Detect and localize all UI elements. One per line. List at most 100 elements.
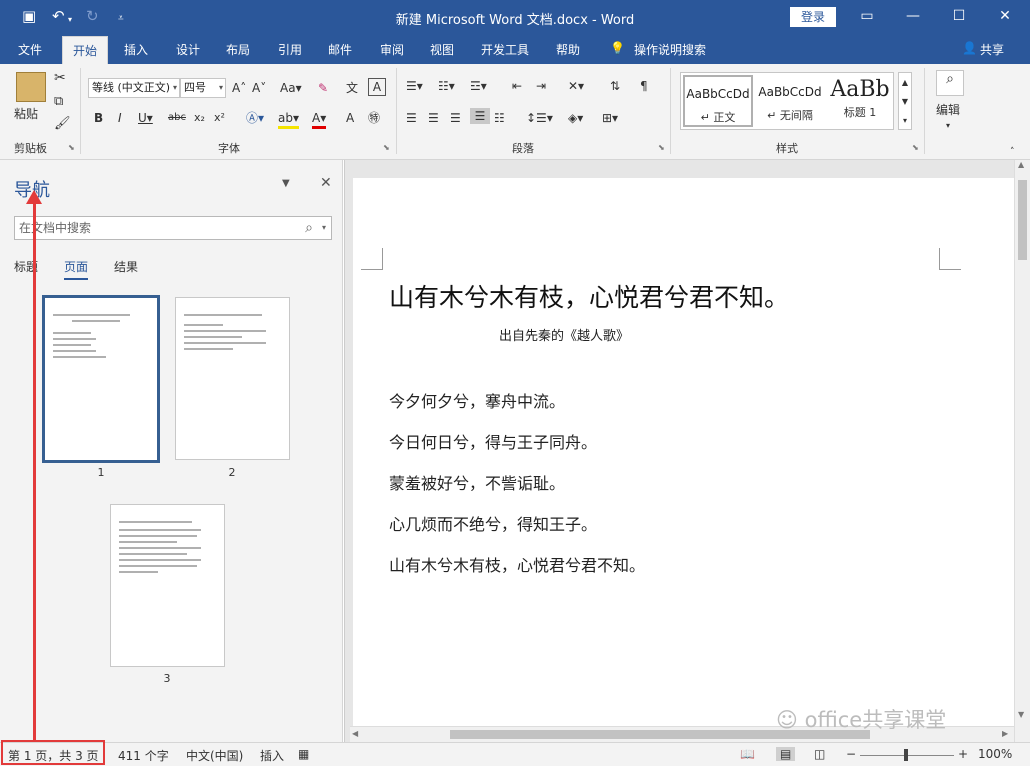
italic-icon[interactable]: I bbox=[118, 110, 122, 126]
phonetic-guide-icon[interactable]: 文 bbox=[346, 80, 358, 96]
shrink-font-icon[interactable]: A˅ bbox=[252, 80, 266, 96]
page-thumbnail-2[interactable] bbox=[175, 297, 290, 460]
borders-icon[interactable]: ⊞▾ bbox=[602, 110, 618, 126]
cut-icon[interactable]: ✂ bbox=[54, 70, 66, 86]
scroll-thumb[interactable] bbox=[1018, 180, 1027, 260]
tab-developer[interactable]: 开发工具 bbox=[481, 41, 529, 58]
zoom-level[interactable]: 100% bbox=[978, 747, 1012, 761]
font-name-combo[interactable]: 等线 (中文正文) ▾ bbox=[88, 78, 180, 98]
paste-label[interactable]: 粘贴 bbox=[14, 106, 38, 122]
word-count[interactable]: 411 个字 bbox=[118, 747, 169, 764]
scroll-right-icon[interactable]: ▶ bbox=[1002, 729, 1008, 738]
share-icon[interactable]: 👤 bbox=[962, 41, 977, 55]
increase-indent-icon[interactable]: ⇥ bbox=[536, 78, 546, 94]
tab-design[interactable]: 设计 bbox=[176, 41, 200, 58]
read-mode-icon[interactable]: 📖 bbox=[740, 747, 755, 761]
tab-layout[interactable]: 布局 bbox=[226, 41, 250, 58]
justify-icon[interactable]: ☰ bbox=[470, 108, 490, 124]
clear-format-icon[interactable]: ✎ bbox=[318, 80, 328, 96]
tab-review[interactable]: 审阅 bbox=[380, 41, 404, 58]
superscript-icon[interactable]: x² bbox=[214, 110, 225, 126]
style-heading-1[interactable]: AaBb 标题 1 bbox=[827, 75, 893, 127]
scroll-left-icon[interactable]: ◀ bbox=[352, 729, 358, 738]
tab-help[interactable]: 帮助 bbox=[556, 41, 580, 58]
bold-icon[interactable]: B bbox=[94, 110, 103, 126]
align-right-icon[interactable]: ☰ bbox=[450, 110, 461, 126]
styles-launcher-icon[interactable]: ⬊ bbox=[912, 143, 919, 152]
login-button[interactable]: 登录 bbox=[790, 7, 836, 27]
macro-icon[interactable]: ▦ bbox=[298, 747, 309, 761]
asian-layout-icon[interactable]: ✕▾ bbox=[568, 78, 584, 94]
font-launcher-icon[interactable]: ⬊ bbox=[383, 143, 390, 152]
decrease-indent-icon[interactable]: ⇤ bbox=[512, 78, 522, 94]
align-left-icon[interactable]: ☰ bbox=[406, 110, 417, 126]
editing-button[interactable]: 编辑 bbox=[936, 102, 960, 118]
enclose-char-icon[interactable]: ㊕ bbox=[368, 110, 380, 126]
align-center-icon[interactable]: ☰ bbox=[428, 110, 439, 126]
distributed-icon[interactable]: ☷ bbox=[494, 110, 505, 126]
search-icon[interactable]: ⌕ bbox=[305, 217, 313, 239]
scroll-up-icon[interactable]: ▲ bbox=[1018, 160, 1024, 169]
numbering-icon[interactable]: ☷▾ bbox=[438, 78, 455, 94]
show-marks-icon[interactable]: ¶ bbox=[640, 78, 648, 94]
zoom-slider-thumb[interactable] bbox=[904, 749, 908, 761]
ribbon-display-icon[interactable]: ▭ bbox=[852, 6, 882, 26]
tab-references[interactable]: 引用 bbox=[278, 41, 302, 58]
language[interactable]: 中文(中国) bbox=[186, 747, 243, 764]
tab-file[interactable]: 文件 bbox=[18, 41, 42, 58]
vertical-scrollbar[interactable]: ▲ ▼ bbox=[1014, 160, 1030, 742]
paste-icon[interactable] bbox=[16, 72, 46, 102]
text-effects-icon[interactable]: Ⓐ▾ bbox=[246, 110, 264, 126]
tab-pages[interactable]: 页面 bbox=[64, 258, 89, 280]
zoom-in-button[interactable]: + bbox=[958, 747, 968, 761]
style-no-spacing[interactable]: AaBbCcDd ↵ 无间隔 bbox=[755, 75, 825, 127]
share-button[interactable]: 共享 bbox=[980, 41, 1004, 58]
bullets-icon[interactable]: ☰▾ bbox=[406, 78, 423, 94]
copy-icon[interactable]: ⧉ bbox=[54, 94, 63, 110]
print-layout-icon[interactable]: ▤ bbox=[776, 747, 796, 761]
tell-me-search[interactable]: 操作说明搜索 bbox=[634, 41, 706, 58]
tab-home[interactable]: 开始 bbox=[62, 36, 109, 64]
style-normal[interactable]: AaBbCcDd ↵ 正文 bbox=[683, 75, 753, 127]
paragraph-launcher-icon[interactable]: ⬊ bbox=[658, 143, 665, 152]
tab-mailings[interactable]: 邮件 bbox=[328, 41, 352, 58]
font-size-combo[interactable]: 四号 ▾ bbox=[180, 78, 226, 98]
document-line: 心几烦而不绝兮，得知王子。 bbox=[389, 515, 598, 534]
change-case-icon[interactable]: Aa▾ bbox=[280, 80, 302, 96]
search-input[interactable]: 在文档中搜索 ⌕ ▾ bbox=[14, 216, 332, 240]
clipboard-launcher-icon[interactable]: ⬊ bbox=[68, 143, 75, 152]
zoom-out-button[interactable]: − bbox=[846, 747, 856, 761]
tab-results[interactable]: 结果 bbox=[114, 258, 138, 275]
web-layout-icon[interactable]: ◫ bbox=[814, 747, 825, 761]
insert-mode[interactable]: 插入 bbox=[260, 747, 284, 764]
format-painter-icon[interactable]: 🖌 bbox=[54, 116, 71, 132]
sort-icon[interactable]: ⇅ bbox=[610, 78, 620, 94]
tab-insert[interactable]: 插入 bbox=[124, 41, 148, 58]
page-thumbnail-3[interactable] bbox=[110, 504, 225, 667]
char-shading-icon[interactable]: A bbox=[346, 110, 354, 126]
styles-scroll[interactable]: ▲ ▼ ▾ bbox=[898, 72, 912, 130]
find-icon[interactable]: ⌕ bbox=[936, 70, 964, 96]
subscript-icon[interactable]: x₂ bbox=[194, 110, 205, 126]
group-separator bbox=[924, 68, 925, 154]
strikethrough-icon[interactable]: abc bbox=[168, 110, 186, 126]
tab-view[interactable]: 视图 bbox=[430, 41, 454, 58]
maximize-button[interactable]: ☐ bbox=[944, 6, 974, 26]
line-spacing-icon[interactable]: ↕☰▾ bbox=[526, 110, 553, 126]
close-icon[interactable]: ✕ bbox=[320, 175, 332, 191]
grow-font-icon[interactable]: A˄ bbox=[232, 80, 246, 96]
font-color-icon[interactable]: A▾ bbox=[312, 110, 327, 129]
multilevel-list-icon[interactable]: ☲▾ bbox=[470, 78, 487, 94]
document-page[interactable]: 山有木兮木有枝，心悦君兮君不知。 出自先秦的《越人歌》 今夕何夕兮，搴舟中流。 … bbox=[353, 178, 1015, 738]
highlight-icon[interactable]: ab▾ bbox=[278, 110, 299, 129]
shading-icon[interactable]: ◈▾ bbox=[568, 110, 583, 126]
nav-options-icon[interactable]: ▼ bbox=[282, 178, 290, 189]
minimize-button[interactable]: — bbox=[898, 6, 928, 26]
scroll-down-icon[interactable]: ▼ bbox=[1018, 710, 1024, 719]
collapse-ribbon-icon[interactable]: ˄ bbox=[1010, 144, 1015, 160]
close-button[interactable]: ✕ bbox=[990, 6, 1020, 26]
chevron-down-icon[interactable]: ▾ bbox=[322, 217, 326, 239]
page-thumbnail-1[interactable] bbox=[42, 295, 160, 463]
char-border-icon[interactable]: A bbox=[368, 78, 386, 96]
underline-icon[interactable]: U▾ bbox=[138, 110, 153, 126]
